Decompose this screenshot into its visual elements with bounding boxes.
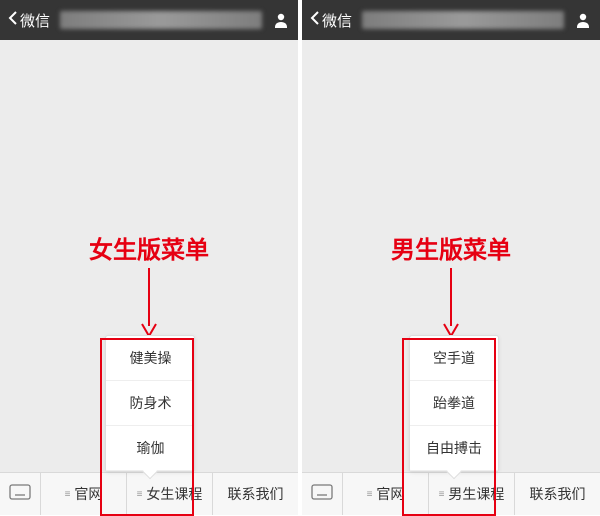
footer-menu-2[interactable]: ≡ 男生课程	[429, 473, 515, 515]
keyboard-icon	[311, 484, 333, 505]
keyboard-toggle[interactable]	[0, 473, 41, 515]
footer-menu-1[interactable]: ≡ 官网	[41, 473, 127, 515]
phone-right: 微信 男生版菜单 空手道 跆拳道 自由搏击	[302, 0, 600, 515]
arrow-down-icon	[0, 268, 298, 338]
wechat-header: 微信	[302, 0, 600, 40]
comparison-stage: 微信 女生版菜单 健美操 防身术 瑜伽	[0, 0, 600, 515]
submenu-item[interactable]: 防身术	[106, 381, 194, 426]
menu-label: 官网	[74, 484, 102, 504]
footer-menu-3[interactable]: 联系我们	[213, 473, 298, 515]
profile-icon[interactable]	[272, 11, 290, 29]
wechat-footer: ≡ 官网 ≡ 男生课程 联系我们	[302, 472, 600, 515]
submenu-popup: 空手道 跆拳道 自由搏击	[409, 335, 499, 472]
menu-label: 男生课程	[448, 484, 504, 504]
arrow-down-icon	[302, 268, 600, 338]
chevron-left-icon	[8, 10, 18, 30]
submenu-popup: 健美操 防身术 瑜伽	[105, 335, 195, 472]
footer-menu-1[interactable]: ≡ 官网	[343, 473, 429, 515]
header-title-blurred	[60, 11, 262, 29]
footer-menu-3[interactable]: 联系我们	[515, 473, 600, 515]
submenu-item[interactable]: 空手道	[410, 336, 498, 381]
back-button[interactable]: 微信	[310, 10, 352, 31]
chat-body: 女生版菜单 健美操 防身术 瑜伽	[0, 40, 298, 472]
keyboard-toggle[interactable]	[302, 473, 343, 515]
menu-label: 女生课程	[146, 484, 202, 504]
profile-icon[interactable]	[574, 11, 592, 29]
menu-bars-icon: ≡	[137, 489, 143, 500]
footer-menus: ≡ 官网 ≡ 男生课程 联系我们	[343, 473, 600, 515]
chat-body: 男生版菜单 空手道 跆拳道 自由搏击	[302, 40, 600, 472]
menu-label: 联系我们	[530, 484, 586, 504]
back-label: 微信	[322, 10, 352, 31]
menu-bars-icon: ≡	[439, 489, 445, 500]
chevron-left-icon	[310, 10, 320, 30]
caption-label: 男生版菜单	[302, 230, 600, 265]
menu-label: 官网	[376, 484, 404, 504]
keyboard-icon	[9, 484, 31, 505]
phone-left: 微信 女生版菜单 健美操 防身术 瑜伽	[0, 0, 298, 515]
submenu-item[interactable]: 跆拳道	[410, 381, 498, 426]
submenu-item[interactable]: 健美操	[106, 336, 194, 381]
back-label: 微信	[20, 10, 50, 31]
header-title-blurred	[362, 11, 564, 29]
back-button[interactable]: 微信	[8, 10, 50, 31]
footer-menu-2[interactable]: ≡ 女生课程	[127, 473, 213, 515]
caption-label: 女生版菜单	[0, 230, 298, 265]
menu-bars-icon: ≡	[367, 489, 373, 500]
menu-label: 联系我们	[228, 484, 284, 504]
wechat-header: 微信	[0, 0, 298, 40]
footer-menus: ≡ 官网 ≡ 女生课程 联系我们	[41, 473, 298, 515]
menu-bars-icon: ≡	[65, 489, 71, 500]
